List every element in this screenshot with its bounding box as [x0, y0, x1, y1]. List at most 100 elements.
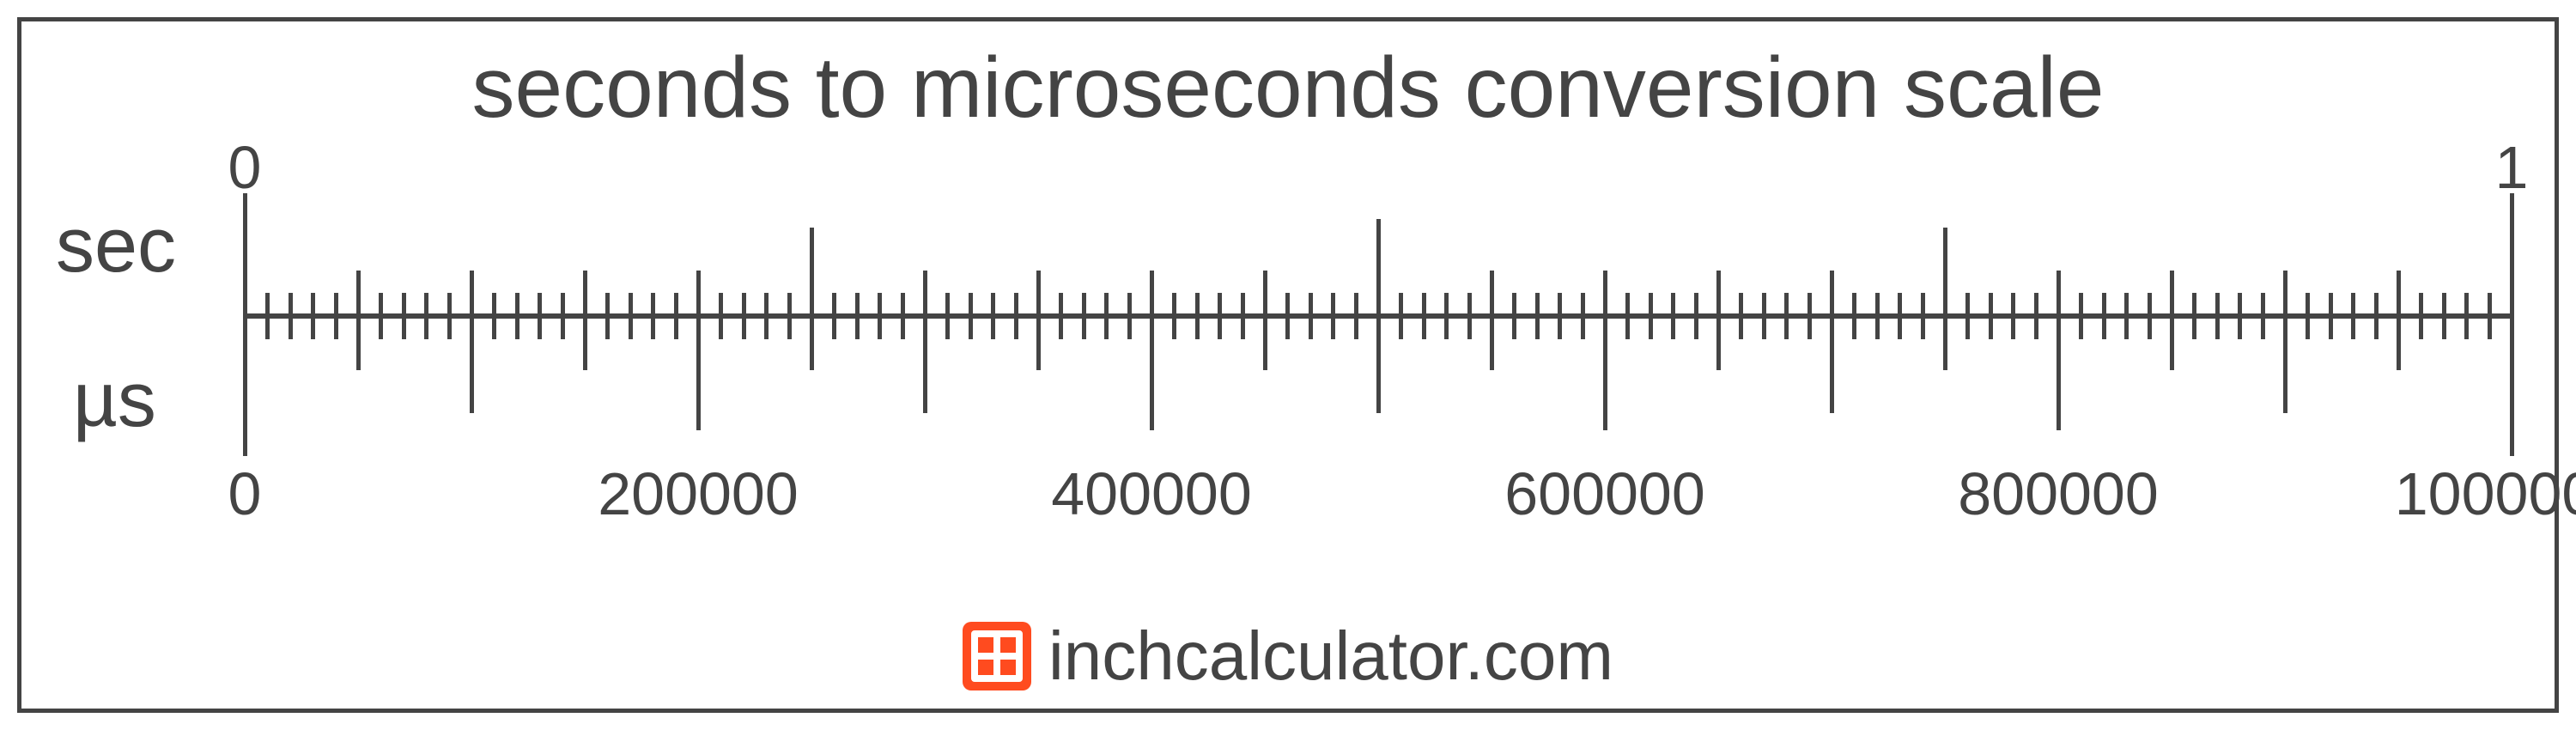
ruler-tick: [1263, 313, 1267, 370]
ruler-tick: [470, 271, 474, 319]
ruler-tick: [1965, 313, 1970, 339]
ruler-tick: [1467, 313, 1472, 339]
ruler-tick: [1535, 313, 1540, 339]
ruler-tick: [2510, 193, 2514, 319]
ruler-tick: [311, 313, 315, 339]
ruler-tick: [2057, 271, 2061, 319]
ruler-tick: [2124, 313, 2129, 339]
ruler-tick: [1830, 313, 1834, 413]
top-tick-label: 1: [2495, 133, 2529, 202]
ruler-tick: [1354, 313, 1358, 339]
bottom-tick-label: 1000000: [2395, 459, 2576, 528]
ruler-tick: [2329, 313, 2333, 339]
ruler-tick: [2464, 313, 2469, 339]
ruler-tick: [1603, 313, 1607, 430]
ruler-tick: [1625, 313, 1630, 339]
ruler-tick: [674, 313, 678, 339]
ruler-tick: [1376, 219, 1381, 319]
ruler-tick: [2011, 313, 2015, 339]
ruler-tick: [2170, 271, 2174, 319]
ruler-tick: [2397, 271, 2401, 319]
ruler-tick: [1241, 313, 1245, 339]
ruler-tick: [1490, 271, 1494, 319]
bottom-tick-label: 200000: [598, 459, 799, 528]
ruler-tick: [2215, 313, 2220, 339]
ruler-tick: [2261, 313, 2265, 339]
ruler-tick: [2148, 313, 2152, 339]
ruler-tick: [1195, 313, 1200, 339]
ruler-tick: [1784, 313, 1789, 339]
ruler-tick: [1807, 313, 1812, 339]
top-tick-label: 0: [228, 133, 262, 202]
ruler-tick: [742, 313, 746, 339]
footer: inchcalculator.com: [21, 617, 2555, 696]
ruler-tick: [470, 313, 474, 413]
ruler-tick: [832, 313, 836, 339]
ruler-tick: [1444, 313, 1449, 339]
ruler-tick: [356, 271, 361, 319]
ruler-tick: [492, 313, 496, 339]
ruler-tick: [2170, 313, 2174, 370]
ruler-tick: [1852, 313, 1856, 339]
ruler-tick: [696, 271, 701, 319]
ruler-tick: [1716, 271, 1721, 319]
ruler-tick: [1150, 271, 1154, 319]
ruler-tick: [402, 313, 406, 339]
ruler-tick: [1716, 313, 1721, 370]
ruler-tick: [2283, 271, 2287, 319]
ruler-tick: [1263, 271, 1267, 319]
ruler-tick: [561, 313, 565, 339]
ruler-tick: [1694, 313, 1698, 339]
ruler-tick: [2510, 313, 2514, 456]
ruler-tick: [1512, 313, 1516, 339]
ruler-tick: [243, 313, 247, 456]
ruler-tick: [2238, 313, 2242, 339]
ruler-tick: [1490, 313, 1494, 370]
ruler-tick: [2351, 313, 2355, 339]
ruler-tick: [1127, 313, 1132, 339]
ruler-tick: [1875, 313, 1880, 339]
ruler-tick: [2488, 313, 2492, 339]
ruler-tick: [1399, 313, 1403, 339]
ruler-tick: [424, 313, 428, 339]
ruler-tick: [696, 313, 701, 430]
ruler-tick: [764, 313, 769, 339]
ruler-tick: [2442, 313, 2446, 339]
ruler-tick: [1218, 313, 1222, 339]
ruler-tick: [1762, 313, 1766, 339]
diagram-title: seconds to microseconds conversion scale: [21, 39, 2555, 137]
ruler-tick: [1921, 313, 1925, 339]
ruler-tick: [878, 313, 882, 339]
ruler-tick: [1059, 313, 1063, 339]
ruler-tick: [289, 313, 293, 339]
ruler-tick: [2102, 313, 2106, 339]
ruler-tick: [1649, 313, 1653, 339]
ruler-tick: [538, 313, 542, 339]
ruler-tick: [1150, 313, 1154, 430]
ruler-tick: [379, 313, 383, 339]
ruler-tick: [923, 313, 927, 413]
ruler-tick: [265, 313, 270, 339]
ruler-tick: [334, 313, 338, 339]
ruler-tick: [1285, 313, 1290, 339]
ruler-tick: [243, 193, 247, 319]
ruler-tick: [719, 313, 723, 339]
ruler-tick: [1558, 313, 1562, 339]
ruler-tick: [2419, 313, 2423, 339]
ruler-tick: [515, 313, 519, 339]
ruler-tick: [1331, 313, 1335, 339]
ruler-tick: [1830, 271, 1834, 319]
ruler-tick: [629, 313, 633, 339]
diagram-frame: seconds to microseconds conversion scale…: [17, 17, 2559, 713]
ruler-tick: [2397, 313, 2401, 370]
footer-inner: inchcalculator.com: [963, 617, 1613, 696]
ruler-tick: [2306, 313, 2310, 339]
ruler-tick: [2079, 313, 2083, 339]
ruler-tick: [356, 313, 361, 370]
ruler-tick: [1943, 313, 1947, 370]
footer-site-text: inchcalculator.com: [1048, 617, 1613, 696]
ruler-tick: [1376, 313, 1381, 413]
unit-label-microseconds: µs: [73, 356, 156, 445]
ruler-tick: [923, 271, 927, 319]
ruler-tick: [1739, 313, 1743, 339]
